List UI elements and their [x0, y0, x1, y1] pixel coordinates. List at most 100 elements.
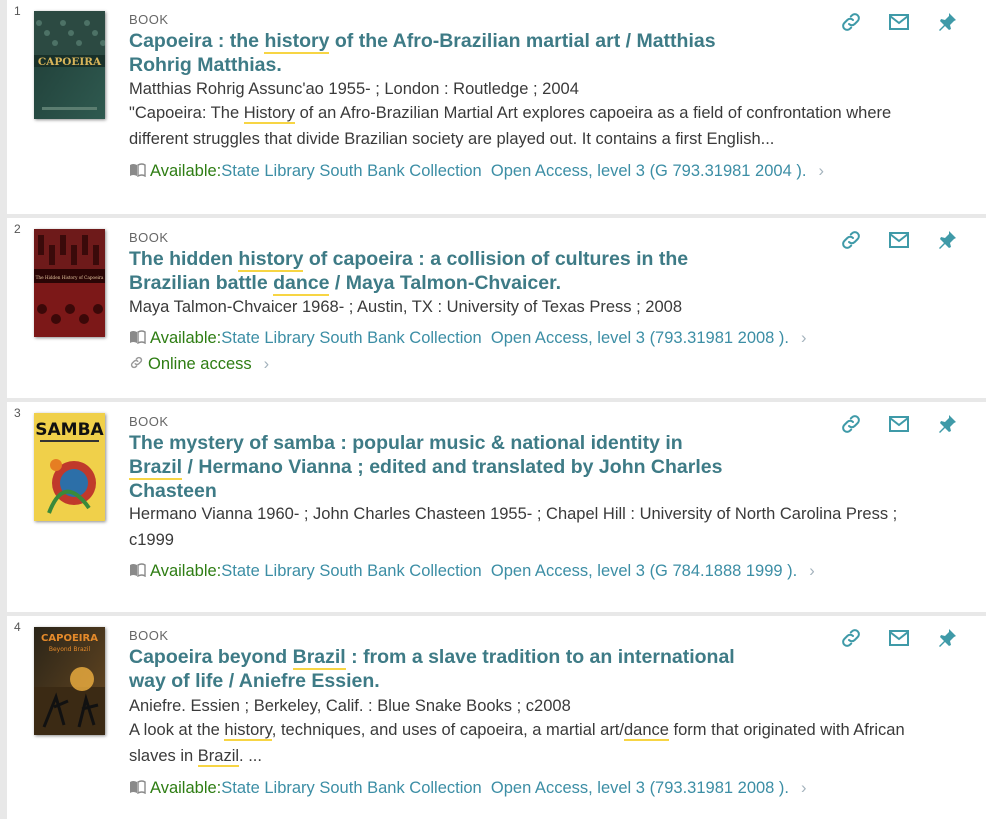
search-term-highlight: dance: [273, 272, 330, 296]
chevron-right-icon: ›: [801, 329, 807, 347]
search-term-highlight: history: [238, 248, 304, 272]
result-item: 4 CAPOEIRA Beyond Brazil BOOK Capoeira beyon…: [7, 616, 986, 819]
pin-action-button[interactable]: [935, 412, 959, 436]
svg-text:CAPOEIRA: CAPOEIRA: [38, 56, 102, 68]
result-item: 1 CAPOEIRA BOOK Capoeira : the history of t…: [7, 0, 986, 214]
result-actions: [839, 228, 986, 252]
online-access-link[interactable]: Online access ›: [129, 355, 269, 375]
pin-action-button[interactable]: [935, 228, 959, 252]
email-icon: [887, 232, 911, 256]
book-icon: [129, 780, 146, 799]
result-title-link[interactable]: Capoeira : the history of the Afro-Brazi…: [129, 29, 741, 77]
text-segment: "Capoeira: The: [129, 104, 244, 122]
link-action-button[interactable]: [839, 626, 863, 650]
location-text: State Library South Bank Collection Open…: [221, 162, 807, 180]
author-publication-line: Matthias Rohrig Assunc'ao 1955- ; London…: [129, 80, 579, 98]
chevron-right-icon: ›: [801, 779, 807, 797]
pin-action-button[interactable]: [935, 10, 959, 34]
availability-line[interactable]: Available:State Library South Bank Colle…: [129, 562, 815, 582]
chevron-right-icon: ›: [263, 355, 270, 373]
result-number: 2: [14, 222, 21, 236]
results-list: 1 CAPOEIRA BOOK Capoeira : the history of t…: [0, 0, 986, 819]
book-cover-thumbnail[interactable]: CAPOEIRA: [34, 11, 105, 119]
link-action-button[interactable]: [839, 10, 863, 34]
author-publication-line: Hermano Vianna 1960- ; John Charles Chas…: [129, 505, 898, 549]
text-segment: Capoeira : the: [129, 30, 265, 52]
email-icon: [887, 416, 911, 440]
search-term-highlight: dance: [623, 721, 669, 741]
chevron-right-icon: ›: [809, 562, 815, 580]
availability-status: Available:: [150, 329, 222, 347]
search-term-highlight: Brazil: [292, 646, 346, 670]
pin-icon: [935, 231, 959, 256]
book-cover-thumbnail[interactable]: SAMBA: [34, 413, 105, 521]
pin-action-button[interactable]: [935, 626, 959, 650]
search-term-highlight: history: [264, 30, 330, 54]
email-action-button[interactable]: [887, 10, 911, 34]
link-icon: [839, 629, 863, 654]
svg-text:CAPOEIRA: CAPOEIRA: [41, 633, 98, 644]
result-actions: [839, 626, 986, 650]
book-icon: [129, 163, 146, 182]
search-term-highlight: Brazil: [197, 746, 240, 767]
chevron-right-icon: ›: [818, 162, 824, 180]
link-icon: [839, 13, 863, 38]
text-segment: / Hermano Vianna ; edited and translated…: [129, 456, 723, 502]
result-item: 2 The Hidden History of Capoeira BOOK The h…: [7, 218, 986, 398]
result-type-label: BOOK: [129, 414, 169, 429]
text-segment: , techniques, and uses of capoeira, a ma…: [271, 721, 624, 739]
link-action-button[interactable]: [839, 228, 863, 252]
result-type-label: BOOK: [129, 12, 169, 27]
svg-text:SAMBA: SAMBA: [35, 420, 104, 440]
result-actions: [839, 10, 986, 34]
text-segment: A look at the: [129, 721, 225, 739]
result-number: 4: [14, 620, 21, 634]
result-title-link[interactable]: The mystery of samba : popular music & n…: [129, 431, 741, 503]
link-action-button[interactable]: [839, 412, 863, 436]
link-icon: [839, 231, 863, 256]
result-description: "Capoeira: The History of an Afro-Brazil…: [129, 101, 929, 152]
text-segment: The hidden: [129, 248, 239, 270]
search-term-highlight: History: [243, 104, 296, 124]
location-text: State Library South Bank Collection Open…: [221, 329, 790, 347]
book-cover-thumbnail[interactable]: CAPOEIRA Beyond Brazil: [34, 627, 105, 735]
location-text: State Library South Bank Collection Open…: [221, 779, 790, 797]
book-icon: [129, 563, 146, 582]
result-type-label: BOOK: [129, 230, 169, 245]
email-icon: [887, 630, 911, 654]
text-segment: Capoeira beyond: [129, 646, 293, 668]
pin-icon: [935, 629, 959, 654]
book-cover-thumbnail[interactable]: The Hidden History of Capoeira: [34, 229, 105, 337]
svg-text:Beyond Brazil: Beyond Brazil: [49, 646, 91, 653]
text-segment: / Maya Talmon-Chvaicer.: [329, 272, 562, 294]
result-number: 1: [14, 4, 21, 18]
result-item: 3 SAMBA BOOK The mystery of samba : popular…: [7, 402, 986, 612]
text-segment: . ...: [239, 746, 262, 765]
search-term-highlight: Brazil: [129, 456, 183, 480]
availability-line[interactable]: Available:State Library South Bank Colle…: [129, 779, 807, 799]
link-icon: [839, 415, 863, 440]
availability-line[interactable]: Available:State Library South Bank Colle…: [129, 329, 807, 349]
link-small-icon: [129, 355, 144, 375]
author-publication-line: Aniefre. Essien ; Berkeley, Calif. : Blu…: [129, 697, 571, 715]
result-title-link[interactable]: The hidden history of capoeira : a colli…: [129, 247, 741, 296]
result-type-label: BOOK: [129, 628, 169, 643]
location-text: State Library South Bank Collection Open…: [221, 562, 798, 580]
availability-status: Available:: [150, 562, 222, 580]
book-icon: [129, 330, 146, 349]
email-action-button[interactable]: [887, 228, 911, 252]
result-title-link[interactable]: Capoeira beyond Brazil : from a slave tr…: [129, 645, 741, 693]
availability-status: Available:: [150, 162, 222, 180]
author-publication-line: Maya Talmon-Chvaicer 1968- ; Austin, TX …: [129, 298, 682, 316]
email-icon: [887, 14, 911, 38]
email-action-button[interactable]: [887, 626, 911, 650]
pin-icon: [935, 13, 959, 38]
availability-line[interactable]: Available:State Library South Bank Colle…: [129, 162, 824, 182]
search-term-highlight: history: [224, 721, 272, 741]
result-description: A look at the history, techniques, and u…: [129, 718, 929, 769]
availability-status: Available:: [150, 779, 222, 797]
text-segment: The mystery of samba : popular music & n…: [129, 432, 683, 454]
pin-icon: [935, 415, 959, 440]
email-action-button[interactable]: [887, 412, 911, 436]
result-number: 3: [14, 406, 21, 420]
